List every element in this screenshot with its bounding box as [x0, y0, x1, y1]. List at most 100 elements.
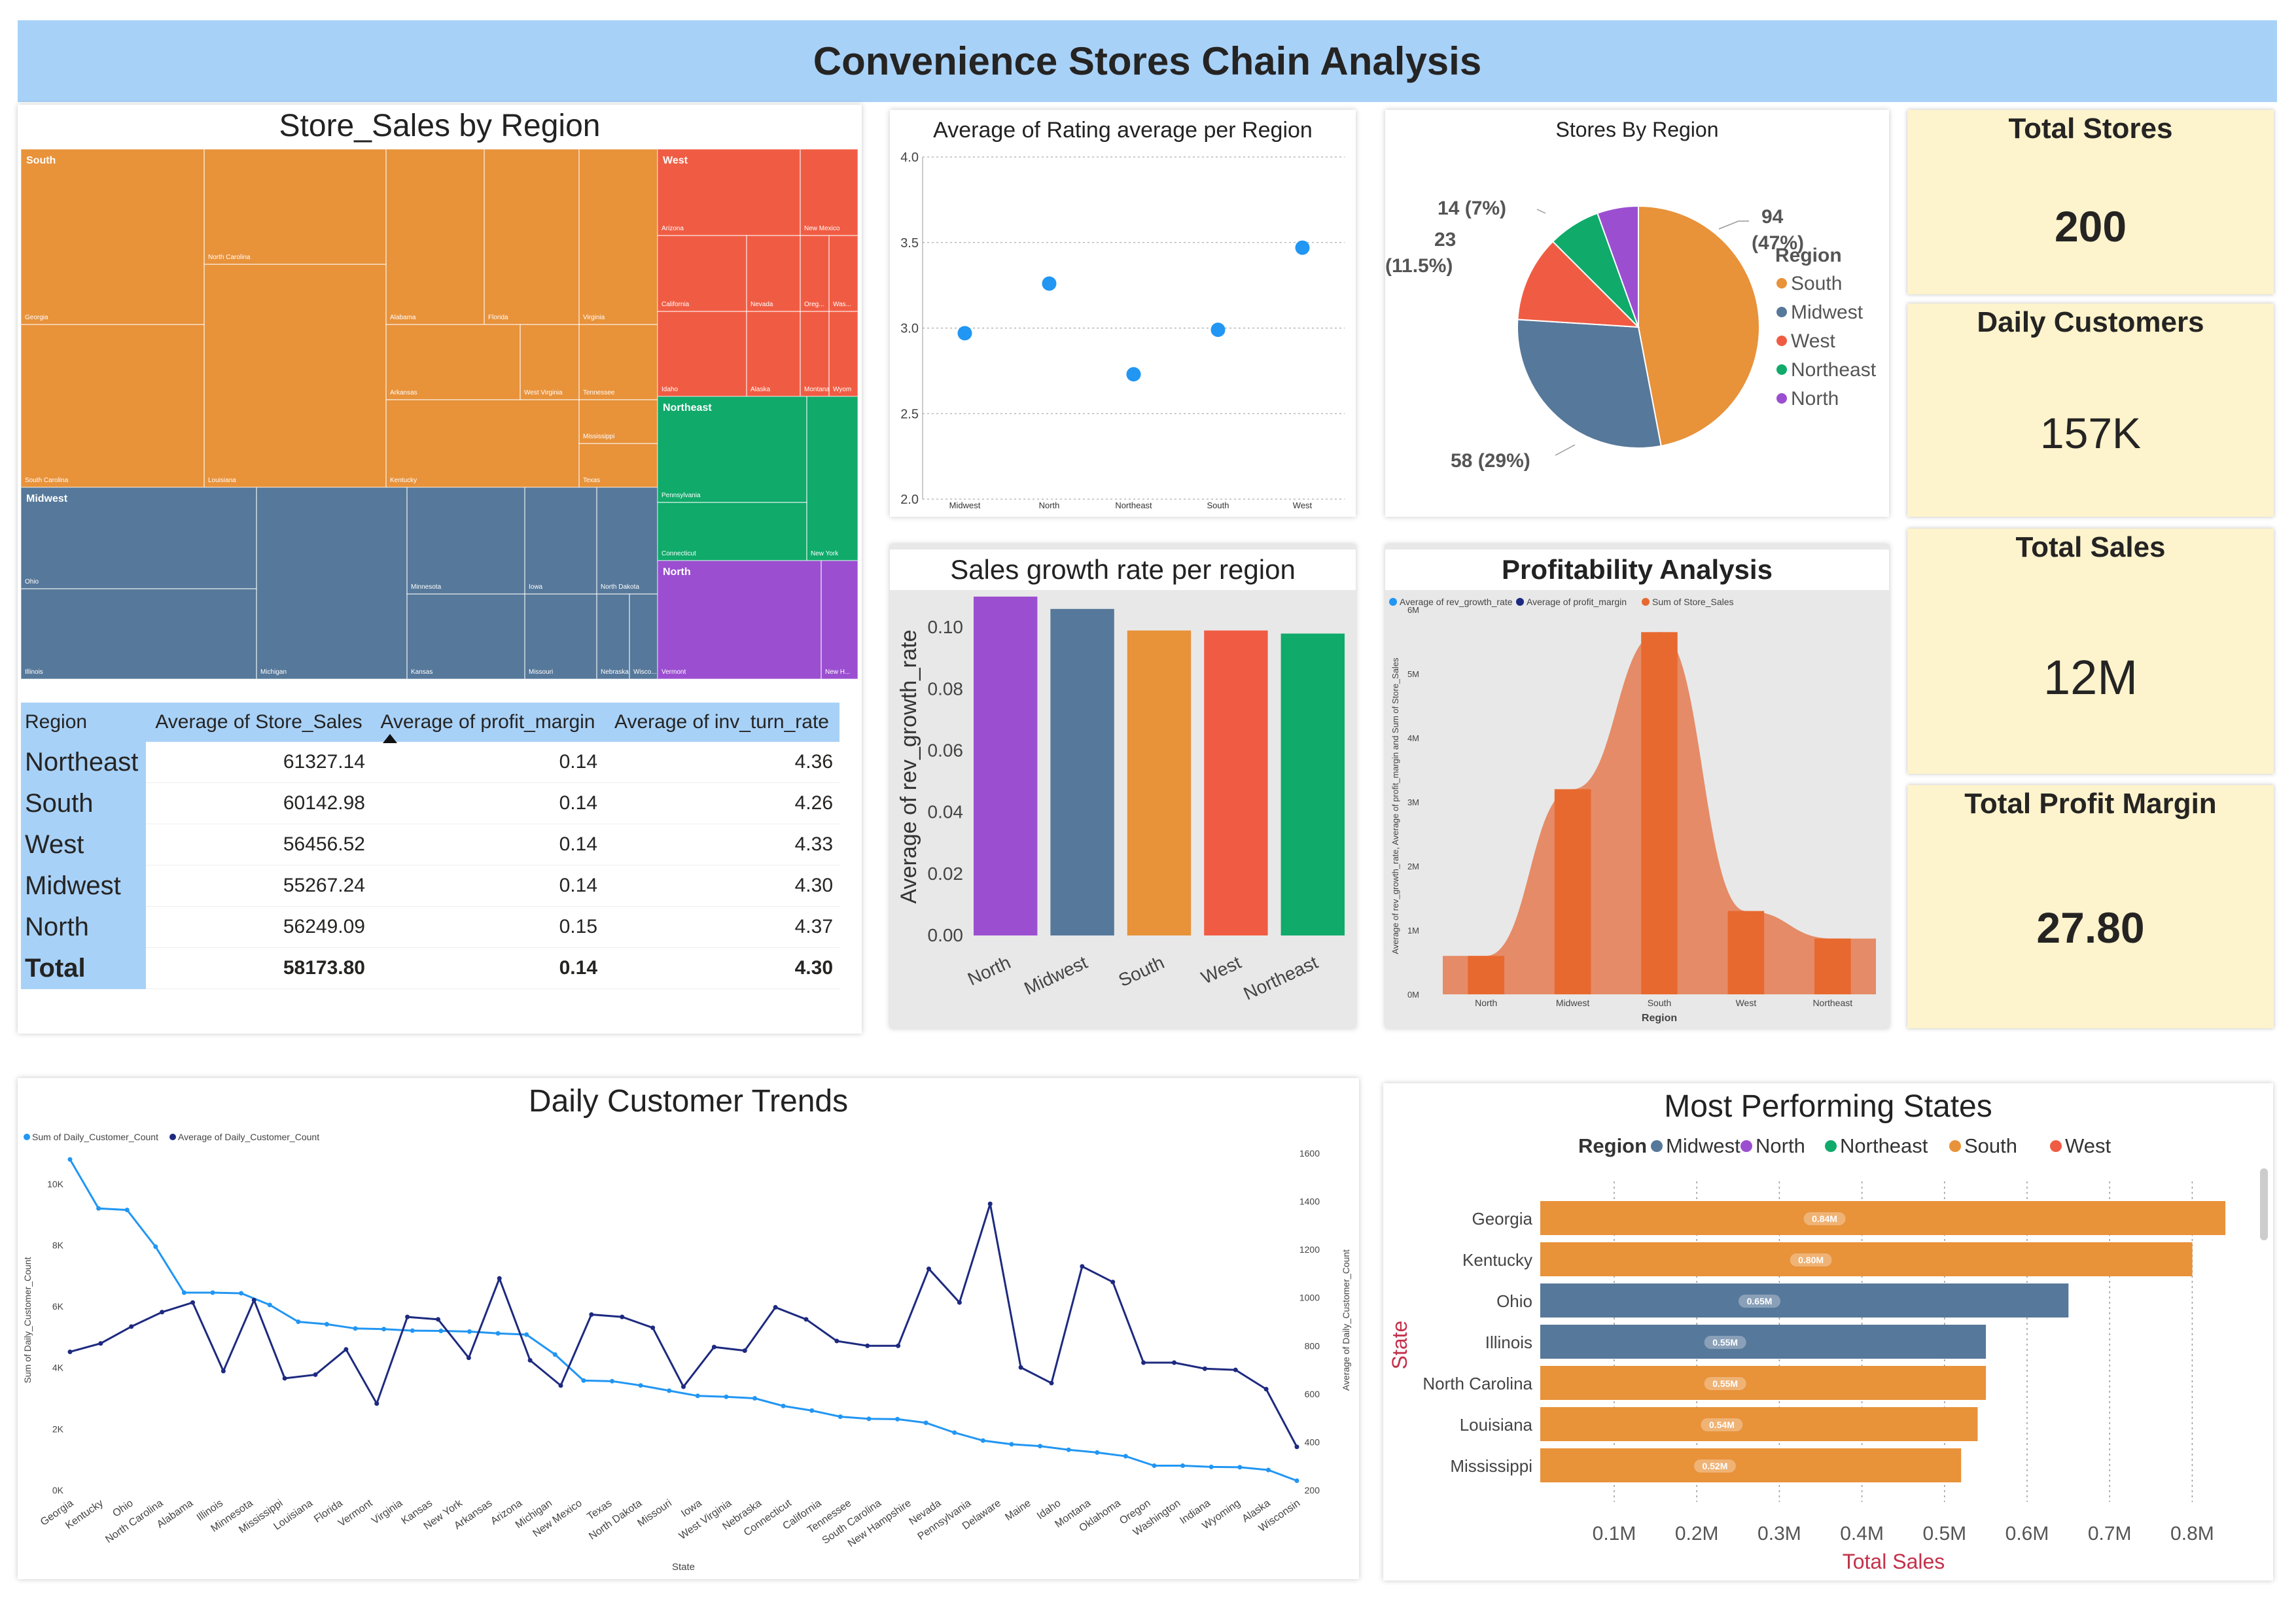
- pie-leader-line: [1718, 220, 1749, 230]
- y-tick-label: 6M: [1407, 605, 1419, 615]
- col-avg-profit-margin[interactable]: Average of profit_margin: [372, 703, 604, 742]
- treemap-state-label: California: [662, 301, 690, 308]
- rating-point: [1042, 276, 1057, 291]
- sum-series-point: [1237, 1465, 1243, 1470]
- table-row[interactable]: North 56249.09 0.15 4.37: [21, 906, 839, 948]
- sum-series-point: [438, 1329, 444, 1334]
- x-tick-label: West: [1736, 998, 1757, 1008]
- data-label: 0.84M: [1812, 1213, 1837, 1224]
- y-tick-label: 2K: [52, 1423, 64, 1434]
- x-tick-label: 0.2M: [1675, 1523, 1719, 1544]
- kpi-value: 200: [2054, 202, 2127, 251]
- legend-marker: [24, 1134, 30, 1140]
- treemap-region-label: Northeast: [663, 402, 712, 413]
- y-tick-label: 3.0: [900, 322, 919, 336]
- avg-series-point: [527, 1357, 533, 1363]
- legend-label: Sum of Daily_Customer_Count: [32, 1132, 158, 1142]
- pie-label: 23: [1434, 229, 1456, 251]
- y-axis-title: Sum of Daily_Customer_Count: [22, 1257, 33, 1383]
- legend-title: Region: [1578, 1134, 1647, 1157]
- scrollbar[interactable]: [2260, 1168, 2268, 1240]
- avg-series-point: [681, 1384, 686, 1389]
- pie-leader-line: [1536, 209, 1546, 214]
- treemap-state-label: Alaska: [751, 386, 770, 393]
- legend-marker: [1776, 307, 1787, 317]
- y2-tick-label: 200: [1305, 1485, 1320, 1495]
- x-tick-label: 0.3M: [1757, 1523, 1801, 1544]
- treemap-state-label: West Virginia: [524, 389, 563, 396]
- col-region[interactable]: Region: [21, 703, 146, 742]
- row-turn: 4.36: [604, 742, 839, 783]
- treemap-state-label: Oreg...: [804, 301, 824, 308]
- row-turn: 4.37: [604, 906, 839, 948]
- y-tick-label: 0.06: [928, 740, 964, 760]
- state-bar: [1540, 1283, 2069, 1318]
- sum-series-point: [1095, 1450, 1100, 1455]
- growth-bar-chart: 0.00 0.02 0.04 0.06 0.08 0.10 North Midwest Sout…: [896, 597, 1345, 1004]
- y-axis-title: Average of rev_growth_rate: [896, 630, 921, 904]
- y-axis-title: State: [1388, 1321, 1411, 1370]
- legend-label: Northeast: [1840, 1134, 1928, 1157]
- avg-series-point: [313, 1372, 318, 1377]
- x-axis-title: Region: [1642, 1013, 1677, 1024]
- table-row[interactable]: South 60142.98 0.14 4.26: [21, 782, 839, 824]
- sum-series-point: [866, 1416, 872, 1422]
- sort-arrow-icon[interactable]: [383, 734, 397, 743]
- sum-series-point: [124, 1208, 130, 1213]
- legend-marker: [1825, 1140, 1837, 1152]
- pie-slice-midwest: [1517, 319, 1662, 449]
- sum-series-line: [69, 1159, 1298, 1482]
- avg-series-point: [221, 1369, 226, 1374]
- table-row[interactable]: Northeast 61327.14 0.14 4.36: [21, 742, 839, 783]
- col-avg-store-sales[interactable]: Average of Store_Sales: [146, 703, 372, 742]
- data-label: 0.55M: [1712, 1337, 1738, 1348]
- treemap-state-label: Minnesota: [411, 584, 442, 591]
- y-tick-label: 0.00: [928, 925, 964, 945]
- state-bar: [1540, 1242, 2193, 1276]
- col-avg-inv-turn-rate[interactable]: Average of inv_turn_rate: [604, 703, 839, 742]
- y-tick-label: 5M: [1407, 669, 1419, 679]
- legend-label: Average of profit_margin: [1527, 597, 1627, 607]
- total-turn: 4.30: [604, 947, 839, 989]
- treemap-region-north: [658, 561, 858, 679]
- sum-series-point: [324, 1321, 329, 1327]
- y-tick-label: Mississippi: [1450, 1456, 1532, 1476]
- avg-series-point: [650, 1325, 656, 1331]
- avg-series-point: [558, 1383, 563, 1388]
- sum-series-point: [952, 1430, 957, 1435]
- rating-point: [1295, 240, 1310, 255]
- region-table: Region Average of Store_Sales Average of…: [21, 703, 839, 989]
- total-sales: 58173.80: [146, 947, 372, 989]
- y2-tick-label: 800: [1305, 1340, 1320, 1351]
- legend-marker: [1389, 598, 1397, 606]
- avg-series-point: [160, 1310, 165, 1315]
- legend-label: North: [1791, 388, 1839, 410]
- sum-series-point: [381, 1327, 387, 1332]
- growth-bar-north: [974, 597, 1038, 935]
- avg-series-point: [497, 1276, 502, 1281]
- avg-series-point: [987, 1201, 993, 1206]
- sum-series-point: [96, 1206, 101, 1211]
- profit-panel: Profitability Analysis Average of rev_gr…: [1385, 544, 1889, 1028]
- y-tick-label: 0.02: [928, 864, 964, 884]
- row-sales: 60142.98: [146, 782, 372, 824]
- y-tick-label: 0K: [52, 1485, 64, 1495]
- state-bar: [1540, 1201, 2226, 1235]
- legend-marker: [2050, 1140, 2062, 1152]
- table-row[interactable]: Midwest 55267.24 0.14 4.30: [21, 865, 839, 907]
- treemap-region-label: Midwest: [26, 493, 68, 504]
- y-tick-label: 8K: [52, 1240, 64, 1250]
- legend-marker: [1776, 393, 1787, 404]
- sum-series-point: [552, 1352, 557, 1357]
- sum-series-point: [1265, 1467, 1271, 1473]
- sum-series-point: [239, 1291, 244, 1296]
- y2-tick-label: 600: [1305, 1389, 1320, 1399]
- treemap-state-label: Ohio: [25, 578, 39, 585]
- x-tick-label: Midwest: [949, 500, 981, 510]
- legend-marker: [1516, 598, 1524, 606]
- table-row[interactable]: West 56456.52 0.14 4.33: [21, 824, 839, 865]
- sum-series-point: [667, 1388, 672, 1393]
- kpi-value: 157K: [2040, 409, 2142, 457]
- sum-series-point: [1152, 1463, 1157, 1469]
- x-tick-label: 0.7M: [2088, 1523, 2132, 1544]
